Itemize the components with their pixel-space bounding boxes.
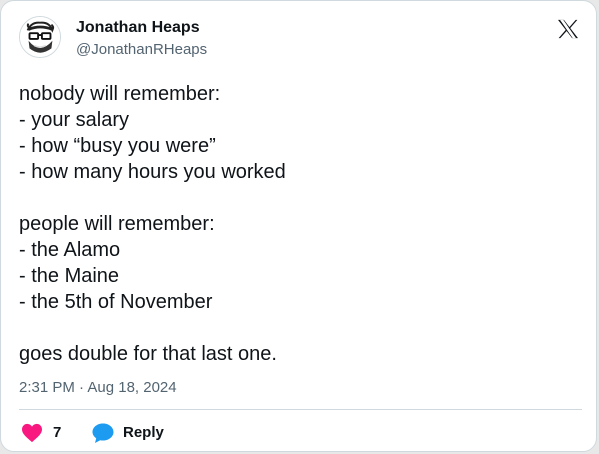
tweet-line: nobody will remember: <box>19 83 221 105</box>
like-count: 7 <box>53 424 62 441</box>
like-button[interactable]: 7 <box>19 422 79 444</box>
speech-bubble-icon <box>91 422 115 444</box>
divider <box>19 409 582 410</box>
heart-icon <box>21 423 43 443</box>
reply-label: Reply <box>123 424 164 441</box>
author-display-name[interactable]: Jonathan Heaps <box>76 18 200 38</box>
author-handle[interactable]: @JonathanRHeaps <box>76 40 207 60</box>
tweet-line: - the Alamo <box>19 239 121 261</box>
x-logo-icon[interactable] <box>557 19 579 39</box>
tweet-line: goes double for that last one. <box>19 343 277 365</box>
tweet-line: - how “busy you were” <box>19 135 216 157</box>
tweet-line: people will remember: <box>19 213 215 235</box>
tweet-line: - the 5th of November <box>19 291 213 313</box>
tweet-line: - how many hours you worked <box>19 161 286 183</box>
tweet-line: - your salary <box>19 109 130 131</box>
tweet-text: nobody will remember: - your salary - ho… <box>19 81 579 367</box>
reply-button[interactable]: Reply <box>91 422 171 444</box>
avatar-sketch-image <box>20 17 60 57</box>
tweet-card: Jonathan Heaps @JonathanRHeaps nobody wi… <box>0 0 597 452</box>
avatar[interactable] <box>19 16 61 58</box>
tweet-line: - the Maine <box>19 265 120 287</box>
post-timestamp[interactable]: 2:31 PM · Aug 18, 2024 <box>19 378 177 398</box>
